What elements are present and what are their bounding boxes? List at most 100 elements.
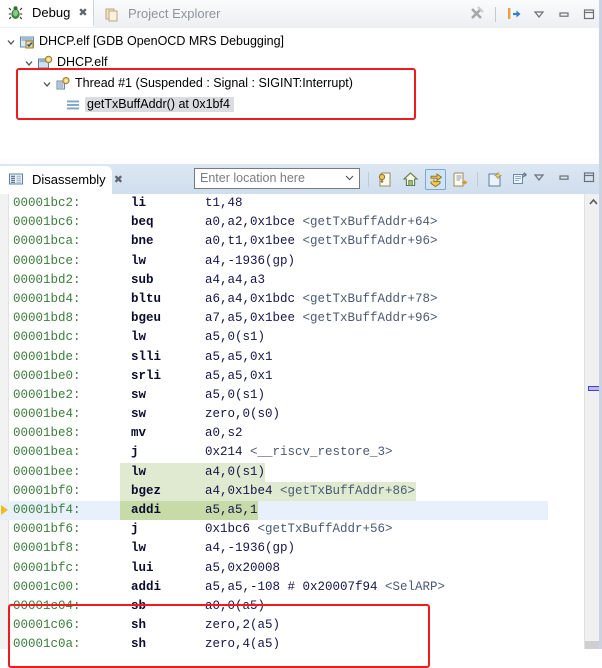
process-icon [37,55,53,71]
disassembly-line[interactable]: 00001be4: sw zero,0(s0) [0,405,548,424]
line-address: 00001bf4: [13,503,81,517]
line-mnemonic: addi [131,579,162,594]
toolbar-separator [495,6,496,22]
line-mnemonic: sub [131,272,154,287]
disassembly-line[interactable]: 00001bf8: lw a4,-1936(gp) [0,539,548,558]
line-operands-text: a5,0(s1) [205,387,266,402]
remove-all-terminated-icon[interactable] [468,5,486,23]
bug-icon [8,5,24,21]
tab-disassembly-label: Disassembly [32,171,106,187]
disassembly-tabbar: Disassembly ✖ Enter location here [0,164,602,195]
line-operands: a0,a2,0x1bce <getTxBuffAddr+64> [205,213,438,232]
location-combo[interactable]: Enter location here [194,168,360,189]
tab-debug-label: Debug [32,5,71,20]
tab-project-explorer-label: Project Explorer [128,6,221,21]
disassembly-line[interactable]: 00001c00: addi a5,a5,-108 # 0x20007f94 <Se… [0,578,548,597]
tree-item-process-label: DHCP.elf [57,55,108,70]
minimize-icon[interactable] [555,168,573,186]
maximize-icon[interactable] [580,5,598,23]
disassembly-line[interactable]: 00001bde: slli a5,a5,0x1 [0,348,548,367]
tree-item-thread[interactable]: Thread #1 (Suspended : Signal : SIGINT:I… [0,73,602,94]
line-operands-text: zero,4(a5) [205,637,281,649]
line-symbol-reference: <getTxBuffAddr+96> [302,311,438,326]
close-icon[interactable]: ✖ [114,173,123,186]
line-mnemonic: lui [131,560,154,575]
disassembly-line[interactable]: 00001be0: srli a5,a5,0x1 [0,367,548,386]
line-address: 00001c06: [13,618,81,633]
line-operands-text: zero,0(s0) [205,407,281,422]
tab-disassembly[interactable]: Disassembly ✖ [0,166,123,194]
line-address: 00001bfc: [13,560,81,575]
disassembly-line[interactable]: 00001bdc: lw a5,0(s1) [0,328,548,347]
chevron-down-icon[interactable] [530,5,548,23]
chevron-down-icon[interactable] [342,170,357,188]
line-mnemonic: lw [131,253,147,268]
disassembly-code-area[interactable]: 00001bc2: li t1,48 00001bc6: beq a0,a2,0x1bce… [0,194,602,649]
tree-item-process[interactable]: DHCP.elf [0,52,602,73]
tab-project-explorer[interactable]: Project Explorer [96,0,246,27]
line-mnemonic: sw [131,387,147,402]
disassembly-line[interactable]: 00001bd8: bgeu a7,a5,0x1bee <getTxBuffAddr… [0,309,548,328]
line-operands-text: a0,s2 [205,426,243,441]
disassembly-line[interactable]: 00001c06: sh zero,2(a5) [0,616,548,635]
line-operands-text: t1,48 [205,196,243,210]
disassembly-line[interactable]: 00001bce: lw a4,-1936(gp) [0,252,548,271]
chevron-down-icon[interactable] [5,36,17,48]
line-operands: zero,0(s0) [205,405,280,424]
show-symbols-icon[interactable] [450,169,471,190]
disassembly-line[interactable]: 00001bee: lw a4,0(s1) [0,462,548,482]
step-into-selection-icon[interactable] [505,5,523,23]
line-address: 00001bf8: [13,541,81,556]
new-view-icon[interactable] [484,169,505,190]
line-operands-text: a5,a5,-108 # 0x20007f94 [205,579,386,594]
maximize-icon[interactable] [580,168,598,186]
disassembly-window-buttons [530,168,598,186]
tab-debug[interactable]: Debug ✖ [0,0,94,27]
show-source-icon[interactable] [425,168,446,190]
line-operands: a0,0(a5) [205,597,265,616]
disassembly-line[interactable]: 00001bc6: beq a0,a2,0x1bce <getTxBuffAddr+… [0,213,548,232]
code-lines: 00001bc2: li t1,48 00001bc6: beq a0,a2,0x1bce… [0,194,548,649]
close-icon[interactable]: ✖ [78,6,87,19]
line-operands: t1,48 [205,194,243,213]
disassembly-line[interactable]: 00001c0a: sh zero,4(a5) [0,635,548,649]
disassembly-line[interactable]: 00001bf4: addi a5,a5,1 [0,501,548,521]
line-mnemonic: j [131,522,139,537]
line-operands: a5,a5,0x1 [205,367,273,386]
disassembly-line[interactable]: 00001bf0: bgez a4,0x1be4 <getTxBuffAddr+86… [0,481,548,501]
chevron-down-icon[interactable] [530,168,548,186]
location-input-placeholder[interactable]: Enter location here [200,172,342,185]
disassembly-line[interactable]: 00001bd2: sub a4,a4,a3 [0,271,548,290]
disassembly-line[interactable]: 00001bd4: bltu a6,a4,0x1bdc <getTxBuffAddr… [0,290,548,309]
disassembly-line[interactable]: 00001c04: sb a0,0(a5) [0,597,548,616]
line-address: 00001c04: [13,598,81,613]
line-operands-text: zero,2(a5) [205,618,281,633]
disassembly-line[interactable]: 00001bca: bne a0,t1,0x1bee <getTxBuffAddr+… [0,232,548,251]
disassembly-line[interactable]: 00001be8: mv a0,s2 [0,424,548,443]
disassembly-line[interactable]: 00001be2: sw a5,0(s1) [0,386,548,405]
disassembly-line[interactable]: 00001bea: j 0x214 <__riscv_restore_3> [0,443,548,462]
disassembly-line[interactable]: 00001bc2: li t1,48 [0,194,548,213]
disassembly-toolbar [366,167,530,191]
project-explorer-icon [104,6,120,22]
line-mnemonic: beq [131,215,154,230]
line-operands: a5,a5,1 [205,501,258,520]
line-mnemonic: lw [131,330,147,345]
tree-item-launch-config[interactable]: DHCP.elf [GDB OpenOCD MRS Debugging] [0,31,602,52]
line-operands-text: a4,-1936(gp) [205,253,296,268]
line-address: 00001bd4: [13,291,81,306]
launch-config-icon [19,34,35,50]
disassembly-line[interactable]: 00001bfc: lui a5,0x20008 [0,559,548,578]
current-line-background [0,501,548,521]
tree-item-thread-label: Thread #1 (Suspended : Signal : SIGINT:I… [75,76,353,91]
chevron-down-icon[interactable] [41,78,53,90]
disassembly-line[interactable]: 00001bf6: j 0x1bc6 <getTxBuffAddr+56> [0,520,548,539]
line-address: 00001c00: [13,579,81,594]
link-debug-context-icon[interactable] [375,169,396,190]
chevron-down-icon[interactable] [23,57,35,69]
minimize-icon[interactable] [555,5,573,23]
tree-item-stack-frame[interactable]: getTxBuffAddr() at 0x1bf4 [0,94,602,115]
line-symbol-reference: <getTxBuffAddr+86> [280,483,416,498]
pin-icon[interactable] [509,169,530,190]
home-icon[interactable] [400,169,421,190]
